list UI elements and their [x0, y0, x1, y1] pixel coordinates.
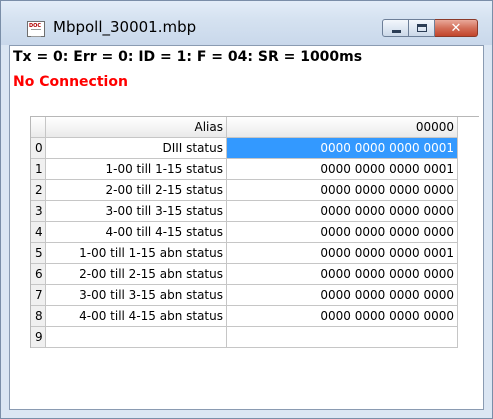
row-index[interactable]: 7 — [31, 285, 46, 306]
caption-buttons: ✕ — [382, 19, 478, 39]
row-index[interactable]: 0 — [31, 138, 46, 159]
window-title: Mbpoll_30001.mbp — [53, 18, 197, 36]
row-index[interactable]: 2 — [31, 180, 46, 201]
close-icon: ✕ — [450, 21, 462, 36]
close-button[interactable]: ✕ — [435, 19, 478, 37]
value-cell[interactable]: 0000 0000 0000 0000 — [227, 222, 458, 243]
maximize-icon — [417, 24, 427, 32]
register-grid: Alias 00000 0 DIII status 0000 0000 0000… — [30, 116, 479, 348]
grid-header-row: Alias 00000 — [31, 117, 479, 138]
title-bar[interactable]: DOC Mbpoll_30001.mbp ✕ — [1, 1, 492, 45]
row-index[interactable]: 8 — [31, 306, 46, 327]
alias-cell[interactable]: 4-00 till 4-15 status — [46, 222, 227, 243]
table-row: 9 — [31, 327, 479, 348]
table-row: 8 4-00 till 4-15 abn status 0000 0000 00… — [31, 306, 479, 327]
minimize-button[interactable] — [382, 19, 409, 37]
table-row: 5 1-00 till 1-15 abn status 0000 0000 00… — [31, 243, 479, 264]
alias-cell[interactable]: 3-00 till 3-15 abn status — [46, 285, 227, 306]
alias-cell[interactable]: 1-00 till 1-15 status — [46, 159, 227, 180]
document-icon[interactable]: DOC — [27, 21, 45, 37]
row-index[interactable]: 1 — [31, 159, 46, 180]
table-row: 4 4-00 till 4-15 status 0000 0000 0000 0… — [31, 222, 479, 243]
document-icon-lines — [31, 29, 41, 37]
table-row: 2 2-00 till 2-15 status 0000 0000 0000 0… — [31, 180, 479, 201]
table-row: 3 3-00 till 3-15 status 0000 0000 0000 0… — [31, 201, 479, 222]
alias-cell[interactable]: DIII status — [46, 138, 227, 159]
table-row: 1 1-00 till 1-15 status 0000 0000 0000 0… — [31, 159, 479, 180]
alias-cell[interactable]: 3-00 till 3-15 status — [46, 201, 227, 222]
value-cell[interactable]: 0000 0000 0000 0000 — [227, 306, 458, 327]
alias-column-header[interactable]: Alias — [46, 117, 227, 138]
value-cell[interactable]: 0000 0000 0000 0000 — [227, 285, 458, 306]
document-client-area: Tx = 0: Err = 0: ID = 1: F = 04: SR = 10… — [9, 45, 484, 410]
row-index[interactable]: 9 — [31, 327, 46, 348]
alias-cell[interactable]: 2-00 till 2-15 abn status — [46, 264, 227, 285]
index-column-header[interactable] — [31, 117, 46, 138]
alias-cell[interactable]: 1-00 till 1-15 abn status — [46, 243, 227, 264]
connection-status: No Connection — [13, 74, 128, 90]
value-cell[interactable]: 0000 0000 0000 0001 — [227, 159, 458, 180]
alias-cell[interactable]: 4-00 till 4-15 abn status — [46, 306, 227, 327]
maximize-button[interactable] — [409, 19, 435, 37]
table-row: 6 2-00 till 2-15 abn status 0000 0000 00… — [31, 264, 479, 285]
table-row: 0 DIII status 0000 0000 0000 0001 — [31, 138, 479, 159]
table-row: 7 3-00 till 3-15 abn status 0000 0000 00… — [31, 285, 479, 306]
row-index[interactable]: 4 — [31, 222, 46, 243]
app-window: DOC Mbpoll_30001.mbp ✕ Tx = 0: Err = 0: … — [0, 0, 493, 419]
poll-status-line: Tx = 0: Err = 0: ID = 1: F = 04: SR = 10… — [13, 49, 363, 65]
row-index[interactable]: 6 — [31, 264, 46, 285]
value-cell[interactable]: 0000 0000 0000 0000 — [227, 201, 458, 222]
value-cell[interactable]: 0000 0000 0000 0000 — [227, 180, 458, 201]
value-cell-selected[interactable]: 0000 0000 0000 0001 — [227, 138, 458, 159]
value-column-header[interactable]: 00000 — [227, 117, 458, 138]
alias-cell[interactable] — [46, 327, 227, 348]
minimize-icon — [392, 30, 401, 33]
row-index[interactable]: 5 — [31, 243, 46, 264]
value-cell[interactable]: 0000 0000 0000 0000 — [227, 264, 458, 285]
alias-cell[interactable]: 2-00 till 2-15 status — [46, 180, 227, 201]
value-cell[interactable] — [227, 327, 458, 348]
row-index[interactable]: 3 — [31, 201, 46, 222]
value-cell[interactable]: 0000 0000 0000 0001 — [227, 243, 458, 264]
